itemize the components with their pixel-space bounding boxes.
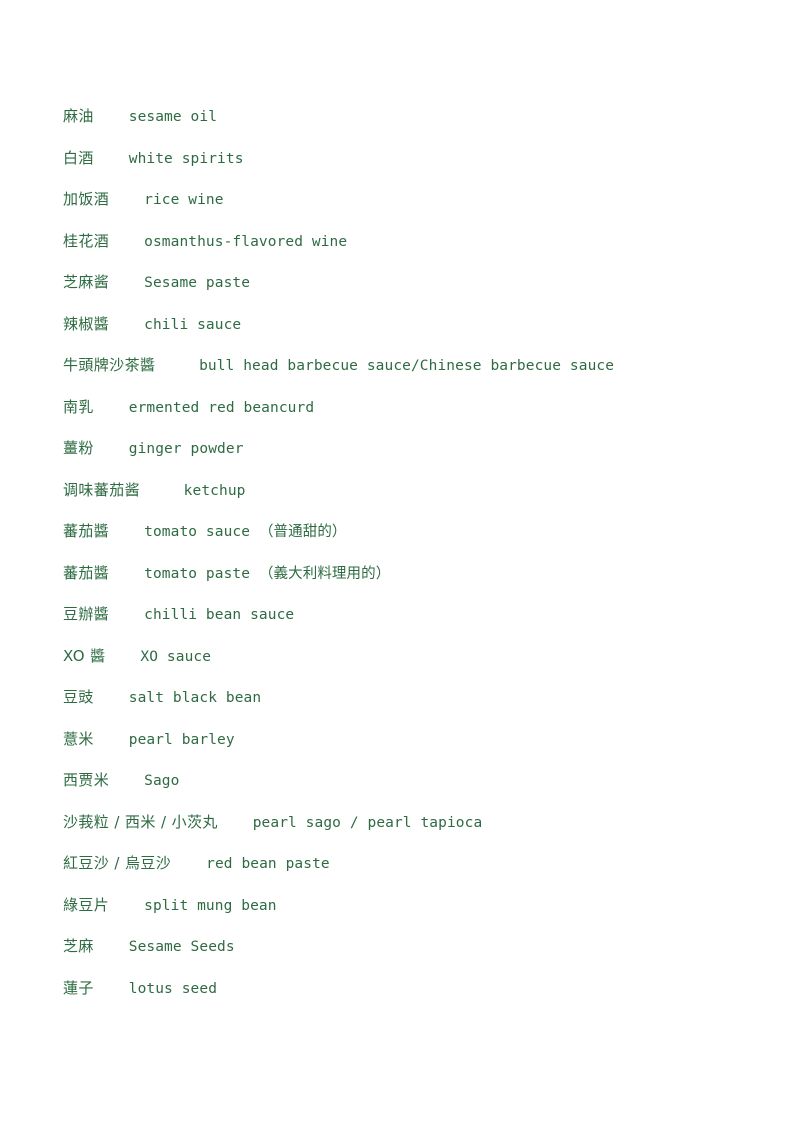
column-gap: [94, 151, 129, 167]
term-chinese: 辣椒醬: [63, 314, 110, 333]
gloss-english: Sesame Seeds: [128, 939, 235, 955]
term-chinese: 綠豆片: [63, 895, 110, 914]
glossary-entry: 芝麻 Sesame Seeds: [63, 936, 754, 978]
column-gap: [109, 524, 144, 540]
document-page: 麻油 sesame oil 白酒 white spirits 加饭酒 rice wi…: [0, 0, 794, 1123]
column-gap: [171, 856, 206, 872]
column-gap: [109, 192, 144, 208]
glossary-entry: 麻油 sesame oil: [63, 106, 754, 148]
column-gap: [218, 815, 253, 831]
glossary-entry: 芝麻酱 Sesame paste: [63, 272, 754, 314]
column-gap: [94, 400, 129, 416]
column-gap: [94, 981, 129, 997]
glossary-entry: 沙莪粒 / 西米 / 小茨丸 pearl sago / pearl tapioc…: [63, 812, 754, 854]
column-gap: [109, 898, 144, 914]
gloss-english: Sago: [144, 773, 180, 789]
gloss-english: ermented red beancurd: [128, 399, 315, 416]
glossary-entry: 牛頭牌沙茶醬 bull head barbecue sauce/Chinese …: [63, 355, 754, 397]
column-gap: [94, 441, 129, 457]
gloss-english: red bean paste: [206, 856, 330, 872]
column-gap: [109, 275, 144, 291]
gloss-english: chili sauce: [144, 316, 242, 333]
term-chinese: 薑粉: [63, 439, 94, 457]
note-spacer: [250, 524, 259, 540]
term-chinese: 西贾米: [63, 771, 110, 789]
term-chinese: 蕃茄醬: [63, 522, 110, 540]
glossary-entry: 豆辦醬 chilli bean sauce: [63, 604, 754, 646]
column-gap: [109, 234, 144, 250]
glossary-entry: 白酒 white spirits: [63, 148, 754, 190]
column-gap: [155, 358, 199, 374]
gloss-english: rice wine: [144, 192, 224, 208]
note-spacer: [250, 566, 259, 582]
term-chinese: 沙莪粒 / 西米 / 小茨丸: [63, 812, 218, 831]
gloss-note: （普通甜的）: [258, 524, 347, 540]
gloss-english: lotus seed: [128, 980, 218, 997]
column-gap: [94, 690, 129, 706]
glossary-entry: 薑粉 ginger powder: [63, 438, 754, 480]
glossary-entry: 綠豆片 split mung bean: [63, 895, 754, 937]
term-chinese: 调味蕃茄酱: [63, 480, 141, 499]
glossary-list: 麻油 sesame oil 白酒 white spirits 加饭酒 rice wi…: [63, 106, 754, 1019]
term-chinese: 加饭酒: [63, 190, 110, 208]
term-chinese: 豆豉: [63, 688, 94, 706]
gloss-english: ginger powder: [128, 441, 244, 457]
term-chinese: 蕃茄醬: [63, 563, 110, 582]
term-chinese: 紅豆沙 / 烏豆沙: [63, 854, 172, 872]
term-chinese: 白酒: [63, 148, 94, 167]
glossary-entry: 蕃茄醬 tomato sauce （普通甜的）: [63, 521, 754, 563]
gloss-english: Sesame paste: [144, 275, 251, 291]
gloss-english: pearl sago / pearl tapioca: [252, 814, 483, 831]
glossary-entry: 辣椒醬 chili sauce: [63, 314, 754, 356]
gloss-english: osmanthus-flavored wine: [144, 233, 348, 250]
gloss-note: （義大利料理用的）: [258, 565, 391, 582]
term-chinese: 豆辦醬: [63, 605, 110, 623]
term-chinese: 麻油: [63, 107, 94, 125]
term-chinese: 桂花酒: [63, 231, 110, 250]
column-gap: [94, 939, 129, 955]
column-gap: [140, 483, 184, 499]
column-gap: [109, 607, 144, 623]
glossary-entry: 加饭酒 rice wine: [63, 189, 754, 231]
glossary-entry: XO 醬 XO sauce: [63, 646, 754, 688]
term-chinese: XO 醬: [63, 646, 106, 665]
glossary-entry: 豆豉 salt black bean: [63, 687, 754, 729]
glossary-entry: 西贾米 Sago: [63, 770, 754, 812]
gloss-english: tomato paste: [144, 565, 251, 582]
gloss-english: pearl barley: [128, 731, 235, 748]
term-chinese: 薏米: [63, 729, 94, 748]
gloss-english: chilli bean sauce: [144, 607, 295, 623]
glossary-entry: 紅豆沙 / 烏豆沙 red bean paste: [63, 853, 754, 895]
glossary-entry: 南乳 ermented red beancurd: [63, 397, 754, 439]
gloss-english: white spirits: [128, 150, 244, 167]
glossary-entry: 蓮子 lotus seed: [63, 978, 754, 1020]
glossary-entry: 蕃茄醬 tomato paste （義大利料理用的）: [63, 563, 754, 605]
term-chinese: 芝麻: [63, 937, 94, 955]
glossary-entry: 桂花酒 osmanthus-flavored wine: [63, 231, 754, 273]
term-chinese: 芝麻酱: [63, 273, 110, 291]
column-gap: [106, 649, 141, 665]
column-gap: [109, 317, 144, 333]
term-chinese: 蓮子: [63, 978, 94, 997]
column-gap: [109, 566, 144, 582]
gloss-english: sesame oil: [128, 109, 218, 125]
gloss-english: bull head barbecue sauce/Chinese barbecu…: [199, 358, 615, 374]
column-gap: [109, 773, 144, 789]
column-gap: [94, 732, 129, 748]
term-chinese: 牛頭牌沙茶醬: [63, 356, 156, 374]
glossary-entry: 调味蕃茄酱 ketchup: [63, 480, 754, 522]
gloss-english: salt black bean: [128, 690, 262, 706]
gloss-english: tomato sauce: [144, 524, 251, 540]
glossary-entry: 薏米 pearl barley: [63, 729, 754, 771]
gloss-english: split mung bean: [144, 897, 277, 914]
gloss-english: ketchup: [183, 482, 246, 499]
gloss-english: XO sauce: [140, 648, 212, 665]
column-gap: [94, 109, 129, 125]
term-chinese: 南乳: [63, 397, 94, 416]
